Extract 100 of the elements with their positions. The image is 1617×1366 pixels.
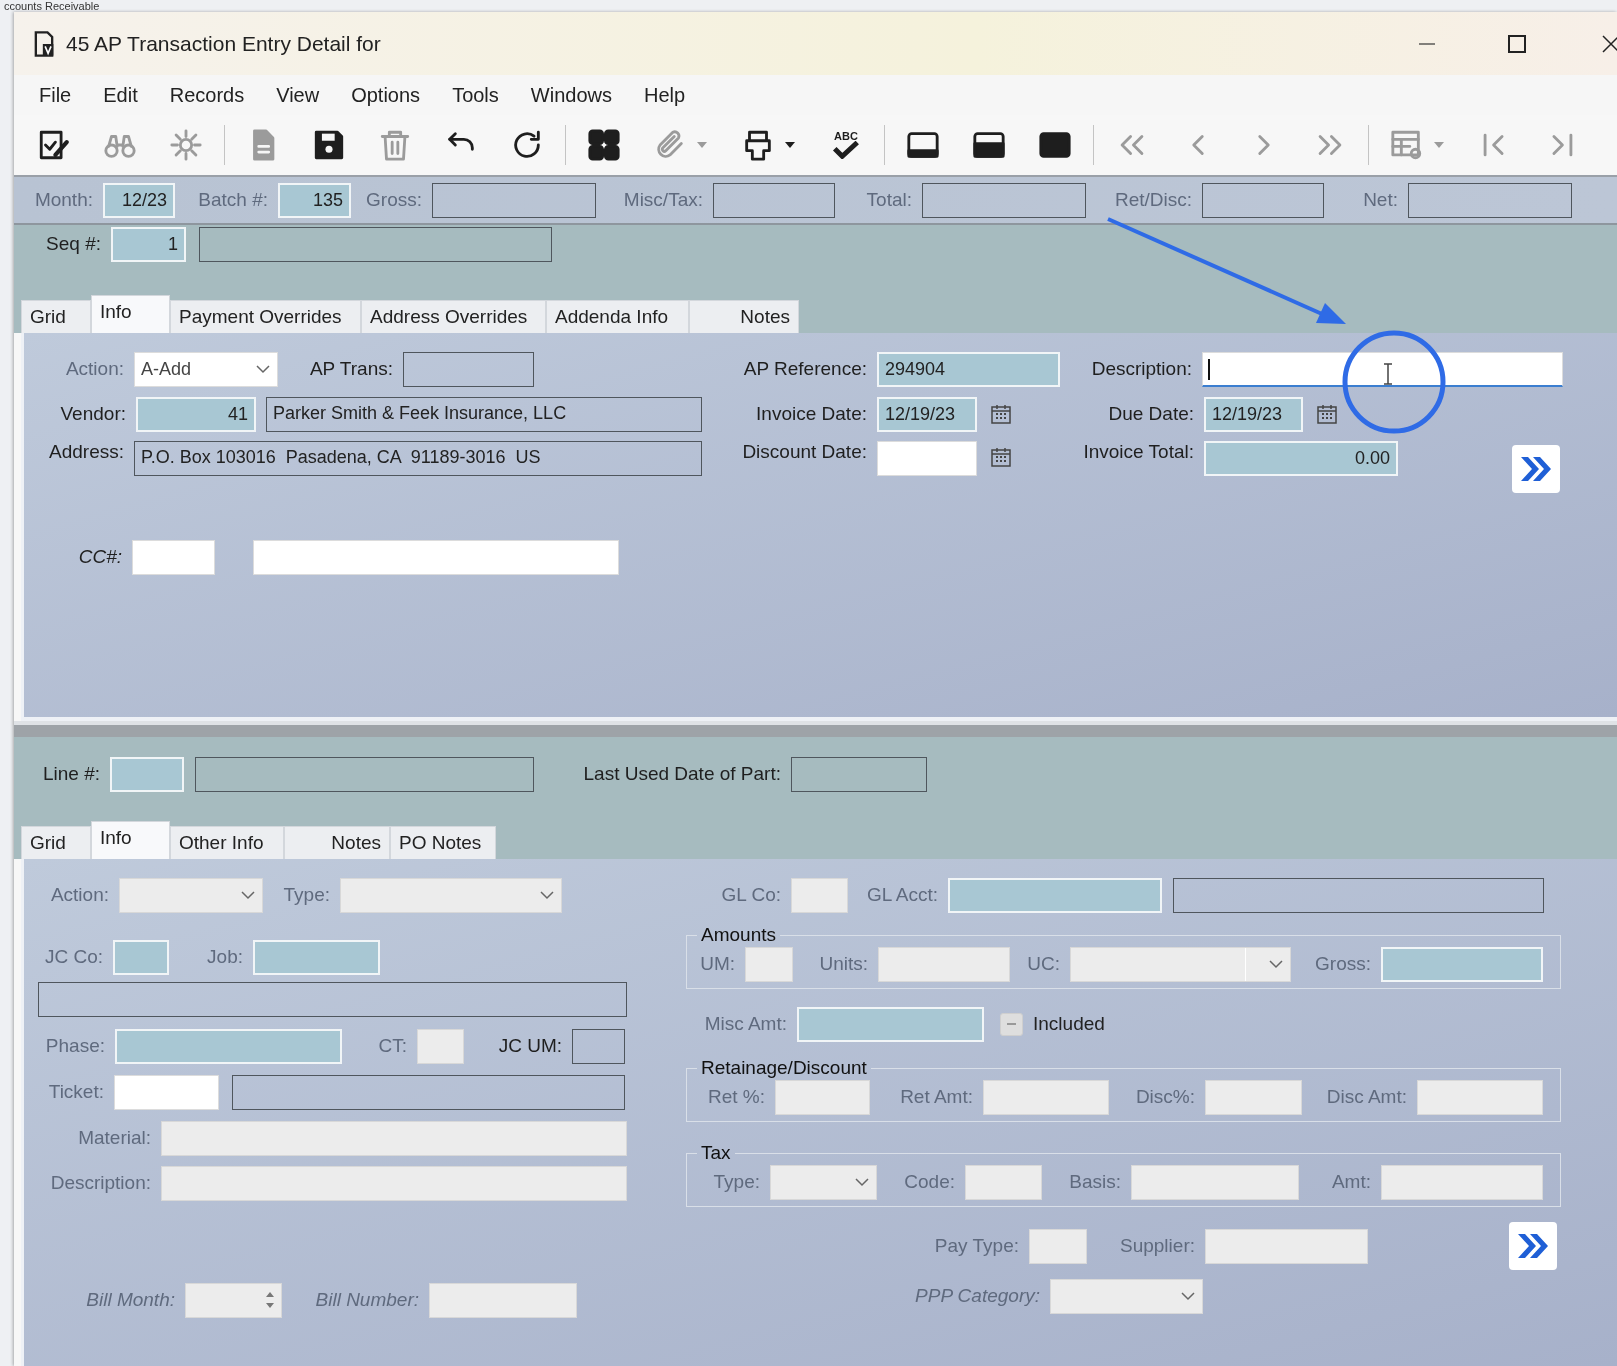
date-field[interactable]: 12/19/23 xyxy=(1204,396,1303,432)
field-label: Ticket: xyxy=(47,1081,105,1103)
chevron-down-icon xyxy=(539,890,555,900)
field-label: Last Used Date of Part: xyxy=(582,763,782,785)
text-field[interactable] xyxy=(232,1074,625,1110)
field-label: Supplier: xyxy=(1119,1235,1196,1257)
field-label: Ret/Disc: xyxy=(1113,189,1193,211)
text-field[interactable] xyxy=(403,351,534,387)
text-field[interactable]: 41 xyxy=(136,396,256,432)
window-title: 45 AP Transaction Entry Detail for xyxy=(66,31,381,56)
field-label: JC UM: xyxy=(497,1035,563,1057)
dropdown-field[interactable] xyxy=(340,877,562,913)
field-label: Batch #: xyxy=(197,189,269,211)
date-field[interactable] xyxy=(877,441,977,476)
field-label: Line #: xyxy=(41,763,101,785)
tab[interactable]: Notes xyxy=(689,300,799,333)
text-field[interactable] xyxy=(38,981,627,1017)
chevron-down-icon xyxy=(1180,1291,1196,1301)
next-button[interactable] xyxy=(1512,445,1560,493)
text-field[interactable]: 0.00 xyxy=(1204,441,1398,476)
group-title: Amounts xyxy=(700,924,777,946)
field-label: AP Reference: xyxy=(742,358,868,380)
spinner-field[interactable] xyxy=(185,1282,282,1318)
field-label: Misc Amt: xyxy=(703,1013,788,1035)
save-icon xyxy=(312,128,346,162)
tab[interactable]: Grid xyxy=(21,826,91,859)
field-label: Net: xyxy=(1362,189,1399,211)
tab[interactable]: Grid xyxy=(21,300,91,333)
calendar-icon xyxy=(988,402,1013,426)
field-label: Disc%: xyxy=(1134,1086,1196,1108)
group-title: Retainage/Discount xyxy=(700,1057,868,1079)
table-gear-icon xyxy=(1390,128,1424,162)
field-label: UC: xyxy=(1026,953,1061,975)
date-field[interactable]: 12/19/23 xyxy=(877,396,977,432)
chevron-down-icon xyxy=(240,890,256,900)
tab[interactable]: Info xyxy=(91,821,170,859)
text-cursor-icon xyxy=(1383,363,1393,385)
tab[interactable]: Address Overrides xyxy=(361,300,546,333)
tab[interactable]: Info xyxy=(91,295,170,333)
menu-item[interactable]: File xyxy=(23,83,88,107)
field-label: AP Trans: xyxy=(308,358,394,380)
combo-field[interactable] xyxy=(1070,946,1291,982)
menu-item[interactable]: View xyxy=(260,83,336,107)
field-label: Type: xyxy=(712,1171,761,1193)
check-icon xyxy=(831,141,861,159)
field-label: JC Co: xyxy=(43,946,104,968)
field-label: UM: xyxy=(699,953,736,975)
menu-item[interactable]: Options xyxy=(335,83,437,107)
field-label: Amt: xyxy=(1330,1171,1372,1193)
field-label: CC#: xyxy=(77,546,123,568)
text-field[interactable] xyxy=(572,1028,625,1064)
group-title: Tax xyxy=(700,1142,732,1164)
text-field[interactable]: 294904 xyxy=(877,351,1060,387)
text-field[interactable]: 1 xyxy=(111,226,186,262)
field-label: Vendor: xyxy=(59,403,127,425)
text-field[interactable] xyxy=(1173,877,1544,913)
text-field[interactable] xyxy=(199,226,552,262)
chevron-down-icon xyxy=(1268,959,1284,969)
field-label: Job: xyxy=(206,946,244,968)
field-label: GL Acct: xyxy=(865,884,939,906)
chevron-down-icon xyxy=(255,364,271,374)
dropdown-field[interactable] xyxy=(119,877,263,913)
text-field[interactable] xyxy=(195,756,534,792)
next-button[interactable] xyxy=(1509,1222,1557,1270)
trash-icon xyxy=(378,128,412,162)
menu-item[interactable]: Help xyxy=(627,83,702,107)
field-label: Address: xyxy=(48,441,125,463)
text-field[interactable]: P.O. Box 103016 Pasadena, CA 91189-3016 US xyxy=(134,441,702,476)
maximize-icon[interactable] xyxy=(1507,33,1527,54)
field-label: Month: xyxy=(33,189,94,211)
text-field[interactable]: Parker Smith & Feek Insurance, LLC xyxy=(266,396,702,432)
field-label: Due Date: xyxy=(1107,403,1195,425)
field-label: Action: xyxy=(64,358,125,380)
field-label: Total: xyxy=(865,189,913,211)
tab[interactable]: Other Info xyxy=(170,826,284,859)
field-label: Pay Type: xyxy=(933,1235,1020,1257)
field-label: Ret %: xyxy=(706,1086,766,1108)
tab[interactable]: Payment Overrides xyxy=(170,300,361,333)
field-label: Basis: xyxy=(1068,1171,1122,1193)
dropdown-field[interactable] xyxy=(770,1164,877,1200)
tab[interactable]: Notes xyxy=(284,826,390,859)
background-window-tab[interactable]: ccounts Receivable xyxy=(4,0,100,12)
menu-item[interactable]: Tools xyxy=(436,83,515,107)
menu-item[interactable]: Edit xyxy=(87,83,154,107)
tab[interactable]: Addenda Info xyxy=(546,300,689,333)
menu-item[interactable]: Windows xyxy=(514,83,628,107)
calendar-icon xyxy=(1314,402,1339,426)
tab[interactable]: PO Notes xyxy=(390,826,496,859)
field-label: Bill Number: xyxy=(314,1289,420,1311)
field-label: Misc/Tax: xyxy=(622,189,704,211)
field-label: Invoice Date: xyxy=(755,403,868,425)
menu-item[interactable]: Records xyxy=(153,83,261,107)
field-label: Seq #: xyxy=(45,233,102,255)
splitter-bar[interactable] xyxy=(14,721,1617,737)
chevron-down-icon xyxy=(854,1177,870,1187)
field-label: Disc Amt: xyxy=(1325,1086,1408,1108)
text-field[interactable] xyxy=(791,756,927,792)
close-icon[interactable] xyxy=(1601,33,1617,54)
toolbar-button[interactable]: ABC xyxy=(813,120,879,170)
dropdown-field[interactable] xyxy=(1050,1278,1203,1314)
